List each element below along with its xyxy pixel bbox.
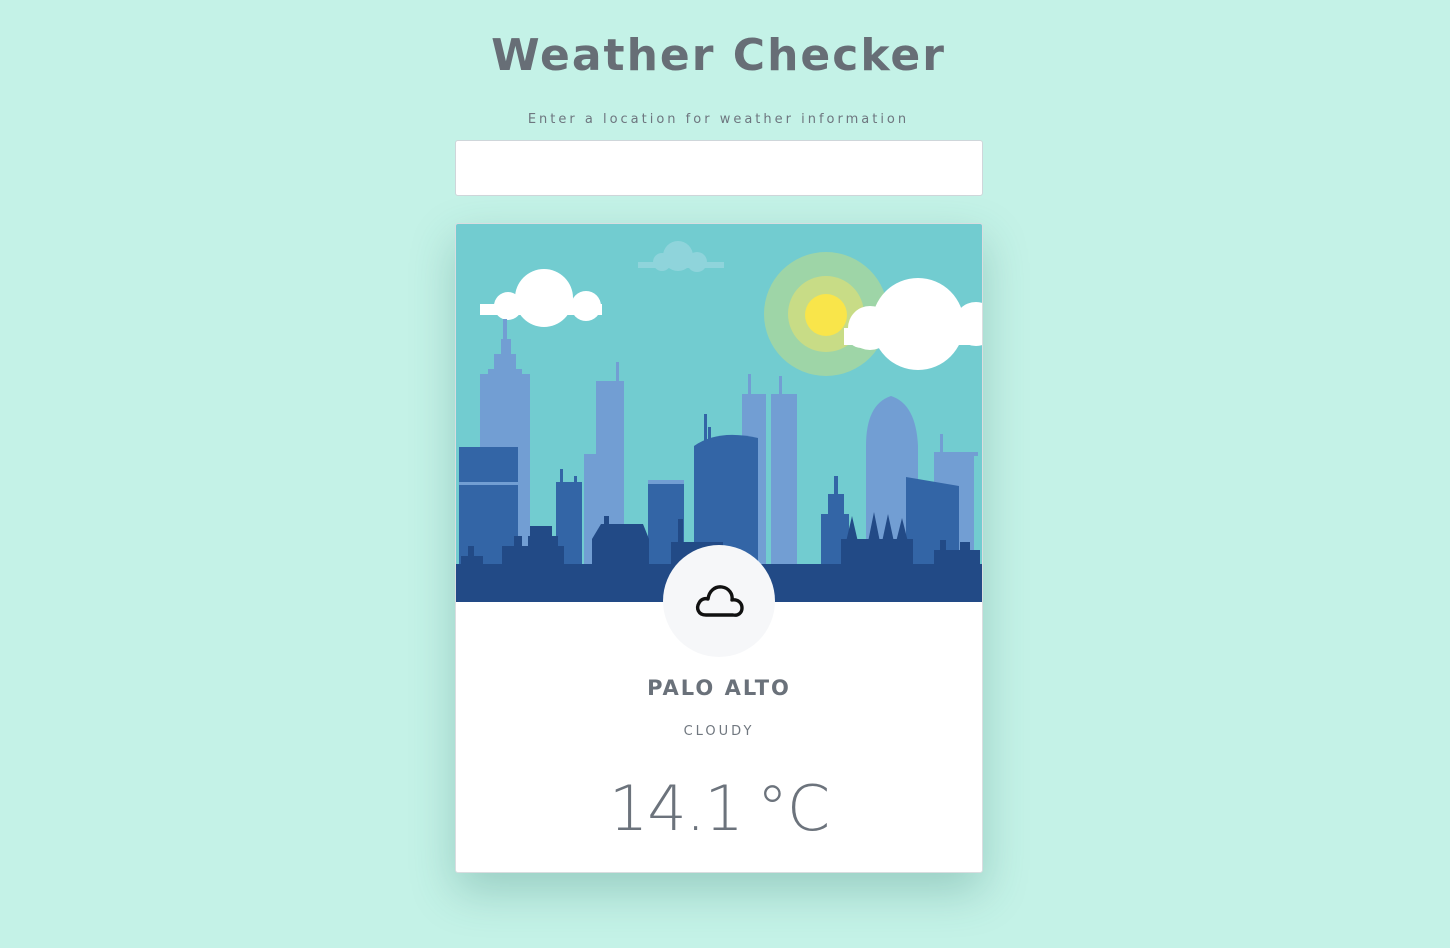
city-name: PALO ALTO [647, 676, 791, 700]
temperature-value: 14.1 [608, 772, 744, 845]
page-title: Weather Checker [491, 30, 946, 81]
weather-card: PALO ALTO CLOUDY 14.1 °C [455, 223, 983, 873]
weather-condition: CLOUDY [683, 724, 755, 739]
location-search-input[interactable] [455, 140, 983, 196]
temperature-readout: 14.1 °C [456, 772, 982, 845]
weather-checker-page: Weather Checker Enter a location for wea… [0, 0, 1450, 948]
temperature-unit: °C [756, 772, 830, 845]
weather-icon-badge [663, 545, 775, 657]
location-prompt: Enter a location for weather information [527, 112, 910, 127]
cloud-icon [696, 585, 744, 617]
